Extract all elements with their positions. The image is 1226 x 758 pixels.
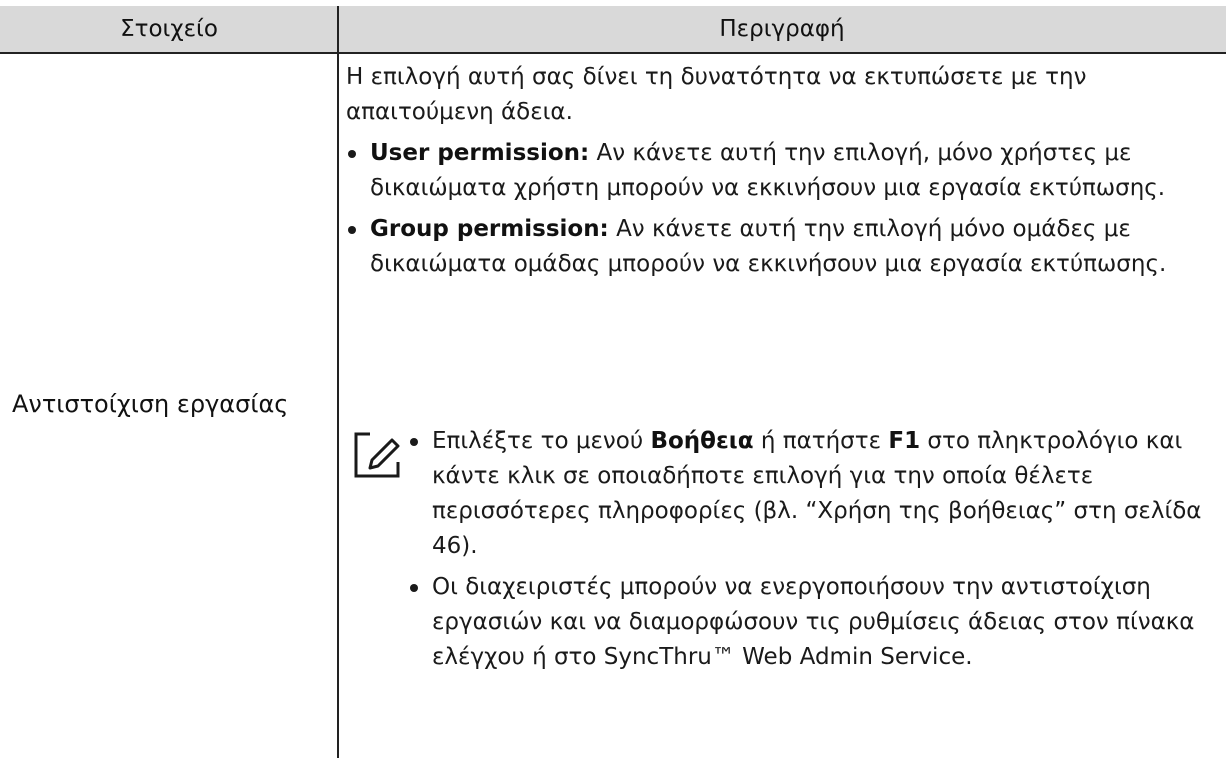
row-item-label: Αντιστοίχιση εργασίας <box>12 390 289 418</box>
note-pencil-icon <box>348 424 408 484</box>
header-description: Περιγραφή <box>719 16 845 42</box>
row-description: Η επιλογή αυτή σας δίνει τη δυνατότητα ν… <box>346 60 1210 288</box>
permission-options: User permission: Αν κάνετε αυτή την επιλ… <box>346 136 1210 282</box>
table-header-row: Στοιχείο Περιγραφή <box>0 6 1226 52</box>
note-item-help: Επιλέξτε το μενού Βοήθεια ή πατήστε F1 σ… <box>408 424 1214 564</box>
note-item-admin: Οι διαχειριστές μπορούν να ενεργοποιήσου… <box>408 570 1214 675</box>
header-item: Στοιχείο <box>120 16 218 42</box>
option-user-permission: User permission: Αν κάνετε αυτή την επιλ… <box>346 136 1210 206</box>
column-divider <box>337 6 339 758</box>
option-term: Group permission: <box>370 216 609 242</box>
note-list: Επιλέξτε το μενού Βοήθεια ή πατήστε F1 σ… <box>408 424 1214 681</box>
option-term: User permission: <box>370 140 590 166</box>
description-intro: Η επιλογή αυτή σας δίνει τη δυνατότητα ν… <box>346 64 1087 125</box>
header-divider <box>0 52 1226 54</box>
option-group-permission: Group permission: Αν κάνετε αυτή την επι… <box>346 212 1210 282</box>
